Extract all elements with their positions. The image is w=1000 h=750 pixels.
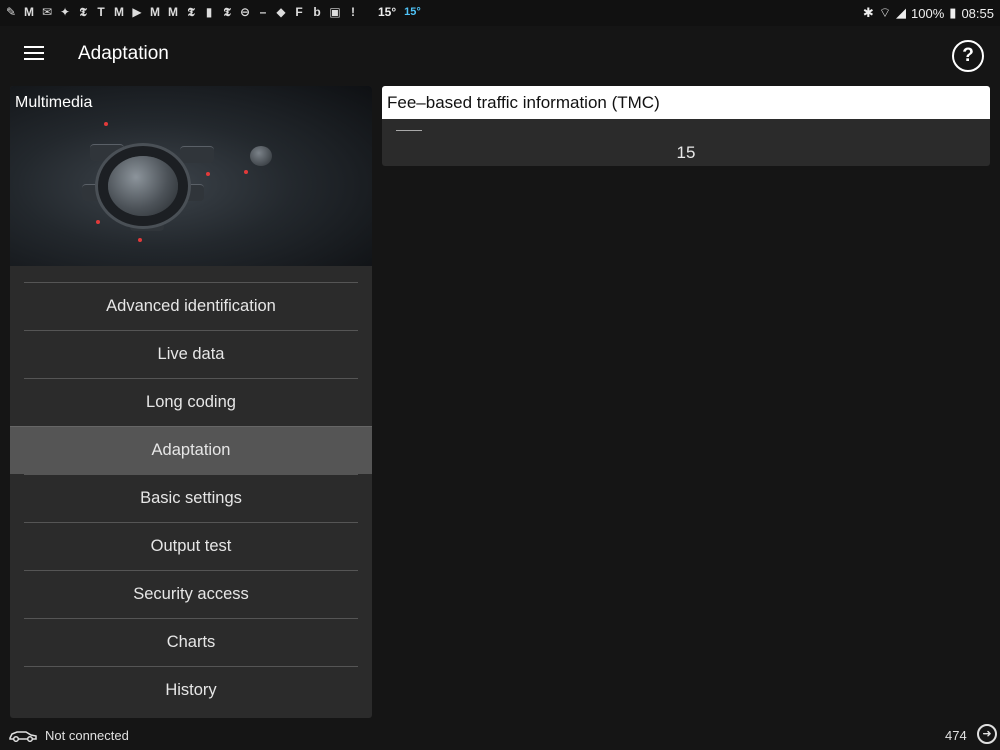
mail-icon: ✉ xyxy=(41,5,53,19)
menu-item-charts[interactable]: Charts xyxy=(24,618,358,666)
connect-arrow-icon[interactable]: ➜ xyxy=(977,724,997,744)
battery-level: 100% xyxy=(911,5,945,21)
menu-item-output-test[interactable]: Output test xyxy=(24,522,358,570)
dash-icon: – xyxy=(259,5,267,19)
status-footer: Not connected 474 ➜ xyxy=(0,722,1000,750)
function-menu: Advanced identification Live data Long c… xyxy=(10,282,372,714)
signal-icon: ◢ xyxy=(896,5,907,20)
temperature-1: 15° xyxy=(378,5,397,19)
nyt-t-icon: T xyxy=(97,5,105,19)
menu-item-basic-settings[interactable]: Basic settings xyxy=(24,474,358,522)
module-panel: Multimedia Advanced identification Live … xyxy=(10,86,372,718)
parameter-value: 15 xyxy=(676,143,696,162)
b-icon: b xyxy=(313,5,321,19)
diamond-icon: ◆ xyxy=(276,5,286,19)
clock: 08:55 xyxy=(961,5,994,21)
battery-icon: ▮ xyxy=(949,5,957,20)
module-title: Multimedia xyxy=(15,94,93,111)
twitter-icon: ✦ xyxy=(59,5,71,19)
menu-item-advanced-identification[interactable]: Advanced identification xyxy=(24,282,358,330)
hamburger-menu-icon[interactable] xyxy=(24,46,46,64)
nyt-icon: 𝕿 xyxy=(223,5,231,19)
flipboard-icon: F xyxy=(295,5,303,19)
menu-item-security-access[interactable]: Security access xyxy=(24,570,358,618)
menu-item-live-data[interactable]: Live data xyxy=(24,330,358,378)
minus-circle-icon: ⊖ xyxy=(239,5,251,19)
alert-icon: ! xyxy=(351,5,355,19)
gmail-icon: M xyxy=(150,5,160,19)
notification-icons: ✎ M ✉ ✦ 𝕿 T M ▶ M M 𝕿 ▮ 𝕿 ⊖ – ◆ F b ▣ ! … xyxy=(4,5,421,19)
menu-item-adaptation[interactable]: Adaptation xyxy=(10,426,372,474)
nyt-icon: 𝕿 xyxy=(187,5,195,19)
bluetooth-icon: ✱ xyxy=(862,5,874,20)
image-icon: ▣ xyxy=(329,5,341,19)
connection-status: Not connected xyxy=(45,728,129,743)
bars-icon: ▮ xyxy=(205,5,213,19)
system-icons: ✱ ⌔ ◢ 100% ▮ 08:55 xyxy=(863,5,994,21)
nyt-icon: 𝕿 xyxy=(79,5,87,19)
adaptation-parameter-card[interactable]: Fee–based traffic information (TMC) —— 1… xyxy=(382,86,990,166)
wifi-icon: ⌔ xyxy=(878,5,892,20)
temperature-2: 15° xyxy=(404,6,421,18)
help-icon[interactable]: ? xyxy=(952,40,984,72)
play-icon: ▶ xyxy=(132,5,142,19)
parameter-unit: —— xyxy=(396,122,422,137)
menu-item-long-coding[interactable]: Long coding xyxy=(24,378,358,426)
menu-item-history[interactable]: History xyxy=(24,666,358,714)
status-bar: ✎ M ✉ ✦ 𝕿 T M ▶ M M 𝕿 ▮ 𝕿 ⊖ – ◆ F b ▣ ! … xyxy=(0,0,1000,26)
counter: 474 xyxy=(945,728,967,743)
module-image: Multimedia xyxy=(10,86,372,266)
parameter-title: Fee–based traffic information (TMC) xyxy=(382,86,990,119)
gmail-icon: M xyxy=(114,5,124,19)
gmail-icon: M xyxy=(168,5,178,19)
pen-icon: ✎ xyxy=(5,5,17,19)
car-icon xyxy=(9,731,37,742)
gmail-icon: M xyxy=(24,5,34,19)
app-toolbar: Adaptation ? xyxy=(0,26,1000,86)
page-title: Adaptation xyxy=(78,43,169,64)
